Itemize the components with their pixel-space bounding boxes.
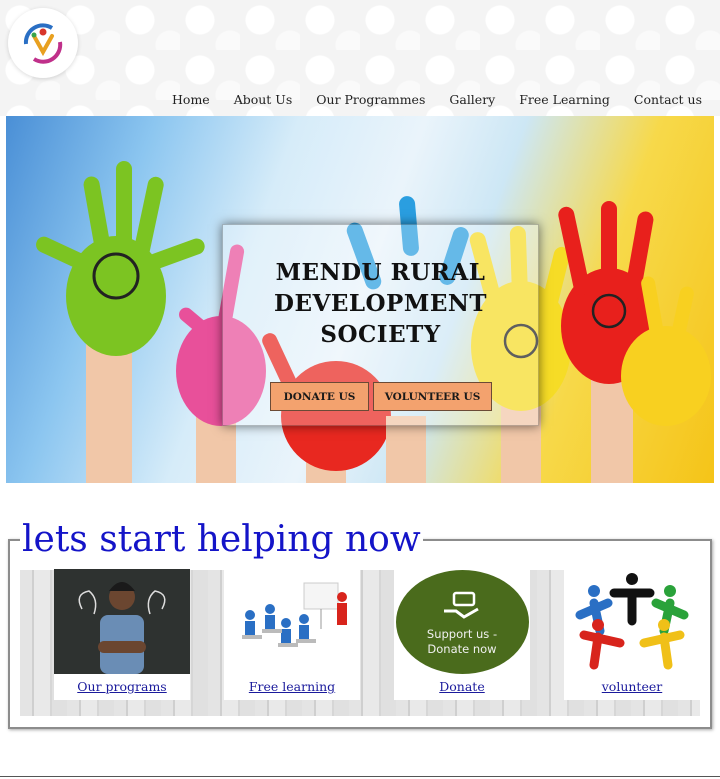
donate-button[interactable]: DONATE US (270, 382, 369, 411)
hero-title: MENDU RURAL DEVELOPMENT SOCIETY (223, 257, 538, 350)
donate-image: Support us - Donate now (394, 569, 530, 674)
money-hand-icon (444, 591, 479, 619)
site-logo[interactable] (8, 8, 78, 78)
free-learning-image (224, 569, 360, 674)
card-volunteer[interactable]: volunteer (564, 569, 700, 700)
nav-free-learning[interactable]: Free Learning (519, 92, 610, 110)
help-section-heading: lets start helping now (20, 518, 423, 562)
nav-contact-us[interactable]: Contact us (634, 92, 702, 110)
volunteer-image (564, 569, 700, 674)
donate-image-text: Support us - Donate now (426, 627, 498, 656)
card-our-programs[interactable]: Our programs (54, 569, 190, 700)
hero-title-line-3: SOCIETY (320, 321, 441, 348)
nav-home[interactable]: Home (172, 92, 210, 110)
hero-overlay-box: MENDU RURAL DEVELOPMENT SOCIETY DONATE U… (222, 224, 539, 426)
card-donate[interactable]: Support us - Donate now Donate (394, 569, 530, 700)
volunteer-link[interactable]: volunteer (564, 679, 700, 694)
our-programs-image (54, 569, 190, 674)
main-nav: Home About Us Our Programmes Gallery Fre… (172, 92, 702, 110)
our-programs-link[interactable]: Our programs (54, 679, 190, 694)
donate-link[interactable]: Donate (394, 679, 530, 694)
footer-divider (0, 776, 720, 777)
nav-gallery[interactable]: Gallery (449, 92, 495, 110)
nav-our-programmes[interactable]: Our Programmes (316, 92, 425, 110)
hero-title-line-2: DEVELOPMENT (274, 290, 487, 317)
hands-logo-icon (23, 23, 63, 64)
card-free-learning[interactable]: Free learning (224, 569, 360, 700)
volunteer-button[interactable]: VOLUNTEER US (373, 382, 492, 411)
free-learning-link[interactable]: Free learning (224, 679, 360, 694)
hero-title-line-1: MENDU RURAL (275, 259, 486, 286)
donate-circle (396, 570, 529, 674)
site-header: Home About Us Our Programmes Gallery Fre… (0, 0, 720, 116)
nav-about-us[interactable]: About Us (234, 92, 293, 110)
hero-banner: MENDU RURAL DEVELOPMENT SOCIETY DONATE U… (6, 116, 714, 483)
hero-buttons: DONATE US VOLUNTEER US (270, 382, 492, 411)
